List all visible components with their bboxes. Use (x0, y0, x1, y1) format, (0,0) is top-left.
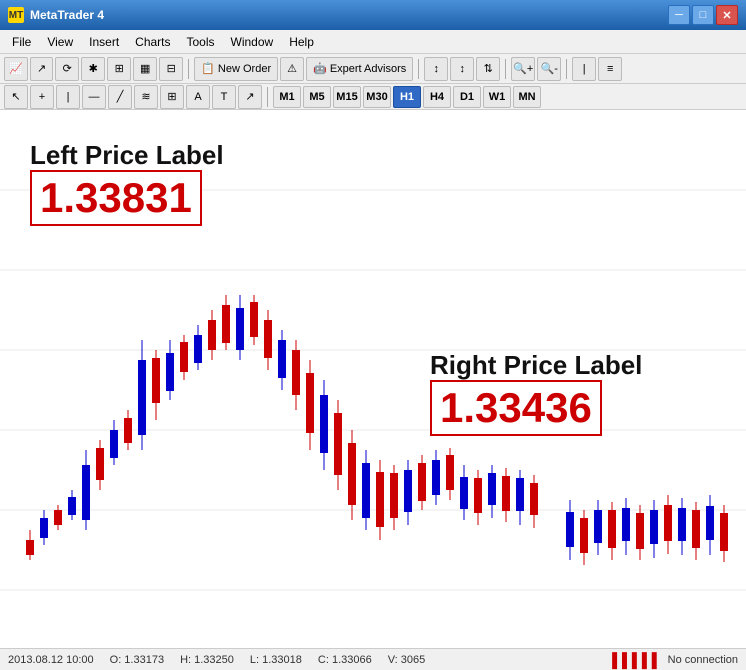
alert-btn[interactable]: ⚠ (280, 57, 304, 81)
connection-label: No connection (668, 654, 738, 666)
trendline-btn[interactable]: ╱ (108, 85, 132, 109)
status-high: H: 1.33250 (180, 654, 234, 666)
arrow-tool-btn[interactable]: ↗ (238, 85, 262, 109)
tool2[interactable]: ✱ (81, 57, 105, 81)
sep2 (418, 59, 419, 79)
ea-label: Expert Advisors (330, 63, 406, 75)
zoom-in-btn[interactable]: 🔍+ (511, 57, 535, 81)
fib-btn[interactable]: ⊞ (160, 85, 184, 109)
new-chart-btn[interactable]: 📈 (4, 57, 28, 81)
hist-btn[interactable]: ↕ (424, 57, 448, 81)
vline-btn[interactable]: | (56, 85, 80, 109)
tf-m15[interactable]: M15 (333, 86, 361, 108)
right-price-title: Right Price Label (430, 350, 642, 381)
tf-h1[interactable]: H1 (393, 86, 421, 108)
left-price-title: Left Price Label (30, 140, 224, 171)
maximize-button[interactable]: □ (692, 5, 714, 25)
label-btn[interactable]: T (212, 85, 236, 109)
tool5[interactable]: ⊟ (159, 57, 183, 81)
hist-btn3[interactable]: ⇅ (476, 57, 500, 81)
zoom-out-btn[interactable]: 🔍- (537, 57, 561, 81)
tf-mn[interactable]: MN (513, 86, 541, 108)
tool3[interactable]: ⊞ (107, 57, 131, 81)
right-price-label: 1.33436 (430, 380, 602, 436)
new-order-label: New Order (218, 63, 271, 75)
chart-btn1[interactable]: | (572, 57, 596, 81)
new-order-icon: 📋 (201, 62, 215, 75)
signal-icon: ▌▌▌▌▌ (612, 652, 662, 668)
tool4[interactable]: ▦ (133, 57, 157, 81)
status-bar: 2013.08.12 10:00 O: 1.33173 H: 1.33250 L… (0, 648, 746, 670)
status-open: O: 1.33173 (110, 654, 164, 666)
expert-advisors-btn[interactable]: 🤖 Expert Advisors (306, 57, 413, 81)
sep5 (267, 87, 268, 107)
menu-bar: File View Insert Charts Tools Window Hel… (0, 30, 746, 54)
connection-status: ▌▌▌▌▌ No connection (612, 652, 738, 668)
tf-w1[interactable]: W1 (483, 86, 511, 108)
tf-m5[interactable]: M5 (303, 86, 331, 108)
app-title: MetaTrader 4 (30, 8, 104, 22)
tf-h4[interactable]: H4 (423, 86, 451, 108)
chart-area[interactable]: Left Price Label 1.33831 Right Price Lab… (0, 110, 746, 648)
channel-btn[interactable]: ≋ (134, 85, 158, 109)
text-btn[interactable]: A (186, 85, 210, 109)
menu-charts[interactable]: Charts (127, 33, 178, 51)
toolbar-row-1: 📈 ↗ ⟳ ✱ ⊞ ▦ ⊟ 📋 New Order ⚠ 🤖 Expert Adv… (0, 54, 746, 84)
window-controls: ─ □ ✕ (668, 5, 738, 25)
left-price-label: 1.33831 (30, 170, 202, 226)
hist-btn2[interactable]: ↕ (450, 57, 474, 81)
menu-file[interactable]: File (4, 33, 39, 51)
sep4 (566, 59, 567, 79)
chart-btn2[interactable]: ≡ (598, 57, 622, 81)
ea-icon: 🤖 (313, 62, 327, 75)
cursor-btn[interactable]: ↖ (4, 85, 28, 109)
tf-m1[interactable]: M1 (273, 86, 301, 108)
status-low: L: 1.33018 (250, 654, 302, 666)
menu-view[interactable]: View (39, 33, 81, 51)
tf-m30[interactable]: M30 (363, 86, 391, 108)
sep3 (505, 59, 506, 79)
sep1 (188, 59, 189, 79)
close-button[interactable]: ✕ (716, 5, 738, 25)
cross-btn[interactable]: + (30, 85, 54, 109)
tf-d1[interactable]: D1 (453, 86, 481, 108)
menu-window[interactable]: Window (223, 33, 282, 51)
menu-help[interactable]: Help (281, 33, 322, 51)
minimize-button[interactable]: ─ (668, 5, 690, 25)
arrow-btn[interactable]: ↗ (30, 57, 53, 81)
status-date: 2013.08.12 10:00 (8, 654, 94, 666)
status-close: C: 1.33066 (318, 654, 372, 666)
tool1[interactable]: ⟳ (55, 57, 79, 81)
hline-btn[interactable]: — (82, 85, 106, 109)
menu-tools[interactable]: Tools (179, 33, 223, 51)
app-icon: MT (8, 7, 24, 23)
toolbar-row-2: ↖ + | — ╱ ≋ ⊞ A T ↗ M1 M5 M15 M30 H1 H4 … (0, 84, 746, 110)
new-order-btn[interactable]: 📋 New Order (194, 57, 278, 81)
status-volume: V: 3065 (388, 654, 426, 666)
menu-insert[interactable]: Insert (81, 33, 127, 51)
title-bar: MT MetaTrader 4 ─ □ ✕ (0, 0, 746, 30)
